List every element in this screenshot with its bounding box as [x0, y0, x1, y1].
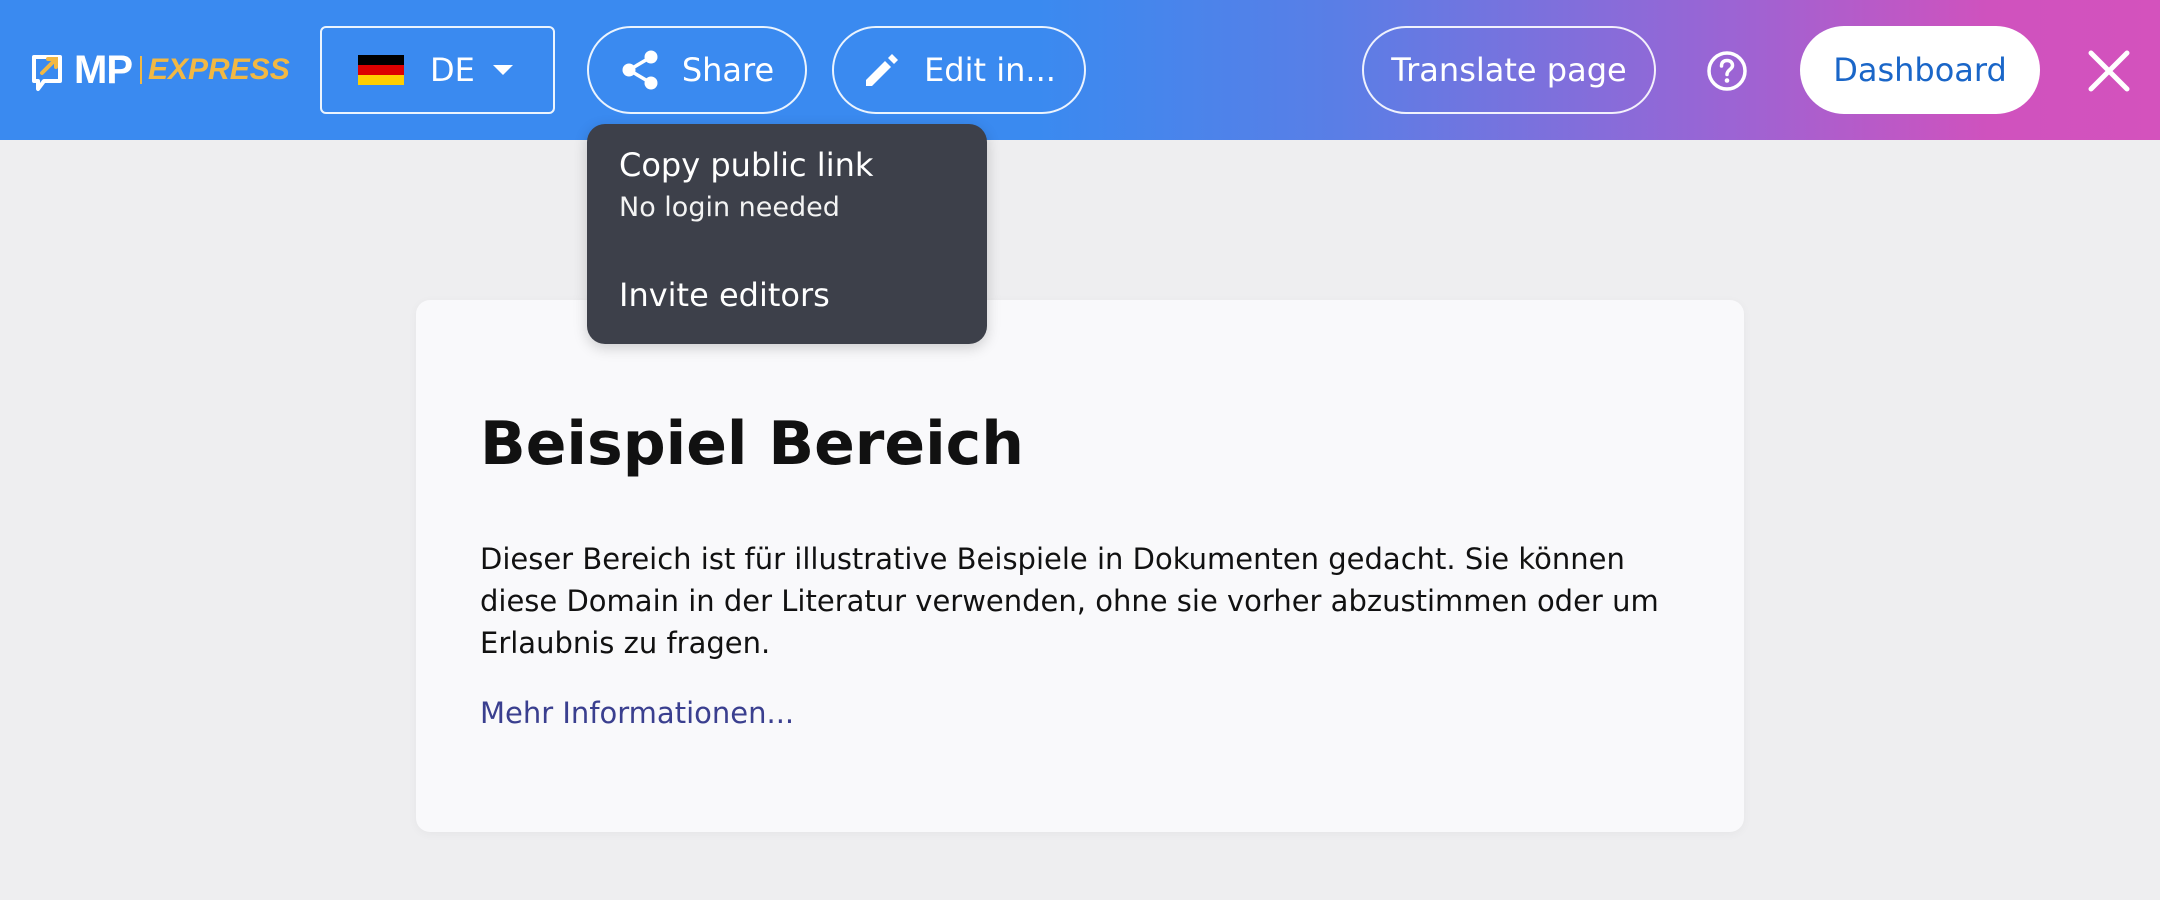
share-button[interactable]: Share — [587, 26, 807, 114]
logo-mp-text: MP — [74, 47, 133, 92]
chevron-down-icon — [492, 65, 513, 75]
page-description: Dieser Bereich ist für illustrative Beis… — [480, 542, 1659, 660]
translate-page-button[interactable]: Translate page — [1362, 26, 1656, 114]
language-code: DE — [430, 51, 475, 89]
more-info-link[interactable]: Mehr Informationen... — [480, 696, 794, 730]
page-title: Beispiel Bereich — [480, 409, 1024, 479]
menu-item-sublabel: No login needed — [619, 192, 840, 223]
menu-item-label: Copy public link — [619, 146, 874, 184]
top-toolbar: MP EXPRESS DE Share Edit in... Translate… — [0, 0, 2160, 140]
close-icon[interactable] — [2086, 48, 2132, 94]
mp-express-logo[interactable]: MP EXPRESS — [30, 46, 290, 94]
menu-item-copy-public-link[interactable]: Copy public link No login needed — [619, 142, 873, 228]
menu-item-invite-editors[interactable]: Invite editors — [619, 272, 830, 318]
chat-arrow-icon — [32, 55, 62, 91]
logo-divider — [140, 56, 142, 84]
share-label: Share — [681, 51, 775, 89]
translate-page-label: Translate page — [1391, 51, 1627, 89]
language-selector[interactable]: DE — [320, 26, 555, 114]
content-card: Beispiel Bereich Dieser Bereich ist für … — [416, 300, 1744, 832]
dashboard-label: Dashboard — [1833, 51, 2007, 89]
germany-flag-icon — [358, 54, 404, 86]
edit-in-button[interactable]: Edit in... — [832, 26, 1086, 114]
help-icon[interactable] — [1706, 50, 1748, 92]
edit-in-label: Edit in... — [924, 51, 1056, 89]
share-icon — [622, 50, 658, 90]
pencil-icon — [866, 54, 899, 86]
share-dropdown-menu: Copy public link No login needed Invite … — [587, 124, 987, 344]
dashboard-button[interactable]: Dashboard — [1800, 26, 2040, 114]
logo-express-text: EXPRESS — [148, 53, 290, 86]
